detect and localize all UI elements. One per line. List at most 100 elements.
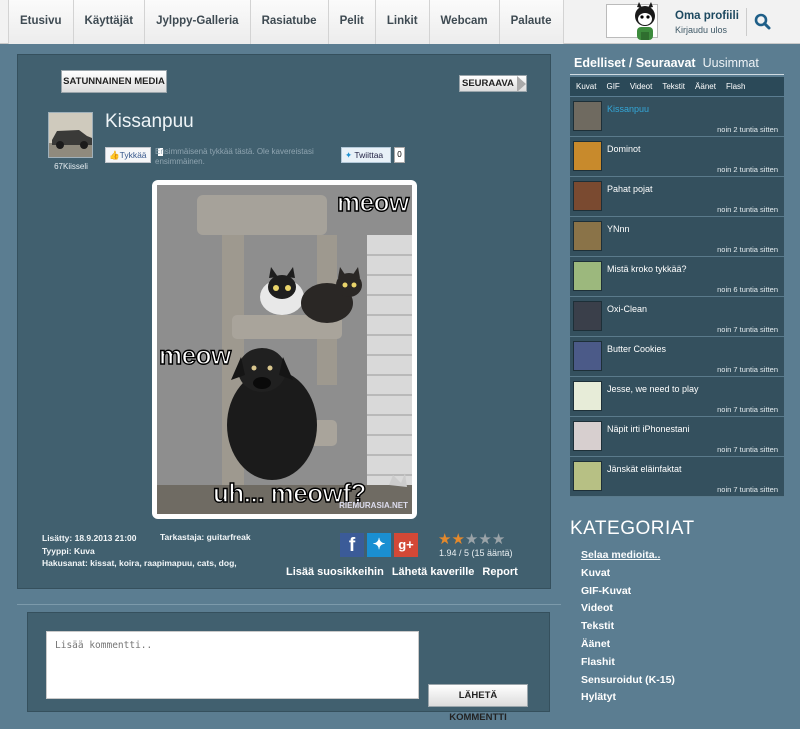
media-thumbnail (573, 341, 602, 371)
nav-tab-rasiatube[interactable]: Rasiatube (249, 0, 328, 44)
nav-tab-linkit[interactable]: Linkit (374, 0, 429, 44)
top-bar: Etusivu Käyttäjät Jylppy-Galleria Rasiat… (0, 0, 800, 44)
type-videot[interactable]: Videot (630, 82, 653, 91)
nav-tab-palaute[interactable]: Palaute (498, 0, 564, 44)
category-link[interactable]: Äänet (581, 638, 791, 656)
star-icon[interactable]: ★ (438, 532, 451, 547)
tab-previous-next[interactable]: Edelliset / Seuraavat (574, 56, 696, 70)
media-thumbnail (573, 461, 602, 491)
nav-tab-webcam[interactable]: Webcam (428, 0, 499, 44)
media-list-item[interactable]: Pahat pojat noin 2 tuntia sitten (570, 177, 784, 217)
category-link[interactable]: Hylätyt (581, 691, 791, 709)
profile-link[interactable]: Oma profiili (675, 10, 739, 22)
comment-input[interactable] (46, 631, 419, 699)
type-tekstit[interactable]: Tekstit (662, 82, 685, 91)
add-favorite-link[interactable]: Lisää suosikkeihin (286, 566, 384, 578)
star-icon[interactable]: ★ (492, 532, 505, 547)
media-list: Kissanpuu noin 2 tuntia sitten Dominot noin… (570, 97, 784, 497)
main-nav: Etusivu Käyttäjät Jylppy-Galleria Rasiat… (8, 0, 564, 44)
media-thumbnail (573, 421, 602, 451)
star-icon[interactable]: ★ (451, 532, 464, 547)
next-button[interactable]: SEURAAVA (459, 75, 527, 92)
media-list-item[interactable]: Oxi-Clean noin 7 tuntia sitten (570, 297, 784, 337)
random-media-button[interactable]: SATUNNAINEN MEDIA (61, 70, 167, 93)
media-list-item[interactable]: YNnn noin 2 tuntia sitten (570, 217, 784, 257)
meme-text-top: meow (336, 186, 410, 217)
report-link[interactable]: Report (482, 566, 517, 578)
nav-tab-jylppy-galleria[interactable]: Jylppy-Galleria (144, 0, 250, 44)
twitter-bird-icon: ✦ (345, 150, 353, 160)
uploader-name[interactable]: 67Kiisseli (46, 162, 96, 171)
media-type: Tyyppi: Kuva (42, 545, 95, 556)
like-button[interactable]: 👍Tykkää (105, 147, 151, 163)
media-list-time: noin 7 tuntia sitten (717, 365, 778, 374)
category-link[interactable]: Kuvat (581, 567, 791, 585)
media-list-item[interactable]: Jänskät eläinfaktat noin 7 tuntia sitten (570, 457, 784, 497)
tags: Hakusanat: kissat, koira, raapimapuu, ca… (42, 558, 237, 568)
media-list-item[interactable]: Mistä kroko tykkää? noin 6 tuntia sitten (570, 257, 784, 297)
media-list-title: YNnn (607, 224, 630, 234)
category-link[interactable]: Videot (581, 602, 791, 620)
type-flash[interactable]: Flash (726, 82, 746, 91)
media-list-title: Oxi-Clean (607, 304, 648, 314)
googleplus-icon[interactable]: g+ (394, 533, 418, 557)
media-frame: meow meow uh... meowf? RIEMURASIA.NET (152, 180, 417, 519)
send-to-friend-link[interactable]: Lähetä kaverille (392, 566, 475, 578)
media-thumbnail (573, 101, 602, 131)
media-thumbnail (573, 221, 602, 251)
like-button-label: Tykkää (119, 150, 147, 160)
media-list-title: Dominot (607, 144, 641, 154)
sidebar-divider (570, 74, 784, 75)
media-list-item[interactable]: Jesse, we need to play noin 7 tuntia sitt… (570, 377, 784, 417)
logout-link[interactable]: Kirjaudu ulos (675, 25, 727, 35)
type-aanet[interactable]: Äänet (695, 82, 716, 91)
category-link[interactable]: GIF-Kuvat (581, 585, 791, 603)
media-thumbnail (573, 261, 602, 291)
media-thumbnail (573, 301, 602, 331)
type-gif[interactable]: GIF (606, 82, 619, 91)
media-list-item[interactable]: Dominot noin 2 tuntia sitten (570, 137, 784, 177)
star-icon[interactable]: ★ (465, 532, 478, 547)
meme-text-middle: meow (158, 339, 232, 370)
reviewer: Tarkastaja: guitarfreak (160, 532, 251, 542)
media-list-item[interactable]: Näpit irti iPhonestani noin 7 tuntia sitt… (570, 417, 784, 457)
send-comment-button[interactable]: LÄHETÄ KOMMENTTI (428, 684, 528, 723)
category-link[interactable]: Tekstit (581, 620, 791, 638)
media-list-time: noin 7 tuntia sitten (717, 325, 778, 334)
nav-tab-kayttajat[interactable]: Käyttäjät (72, 0, 145, 44)
category-link[interactable]: Sensuroidut (K-15) (581, 674, 791, 692)
tweet-button[interactable]: ✦ Twiittaa (341, 147, 391, 163)
profile-area: Oma profiili Kirjaudu ulos (606, 0, 794, 44)
arrow-right-icon (517, 76, 526, 92)
search-button[interactable] (746, 8, 776, 36)
media-list-time: noin 6 tuntia sitten (717, 285, 778, 294)
media-list-time: noin 2 tuntia sitten (717, 165, 778, 174)
category-link[interactable]: Selaa medioita.. (581, 549, 791, 567)
media-list-time: noin 2 tuntia sitten (717, 205, 778, 214)
media-list-title: Jesse, we need to play (607, 384, 699, 394)
uploader-avatar[interactable] (48, 112, 93, 158)
profile-mascot-avatar[interactable] (628, 2, 662, 42)
categories-heading: KATEGORIAT (570, 518, 695, 539)
category-link[interactable]: Flashit (581, 656, 791, 674)
twitter-icon[interactable]: ✦ (367, 533, 391, 557)
search-icon (754, 13, 771, 30)
tweet-button-label: Twiittaa (354, 150, 384, 160)
media-list-title: Butter Cookies (607, 344, 667, 354)
nav-tab-etusivu[interactable]: Etusivu (8, 0, 73, 44)
divider (17, 604, 561, 605)
type-kuvat[interactable]: Kuvat (576, 82, 596, 91)
like-info-text: Ensimmäisenä tykkää tästä. Ole kavereist… (155, 147, 314, 166)
media-list-item[interactable]: Butter Cookies noin 7 tuntia sitten (570, 337, 784, 377)
nav-tab-pelit[interactable]: Pelit (327, 0, 375, 44)
tab-newest[interactable]: Uusimmat (703, 56, 759, 70)
media-list-item[interactable]: Kissanpuu noin 2 tuntia sitten (570, 97, 784, 137)
media-list-time: noin 2 tuntia sitten (717, 245, 778, 254)
facebook-icon[interactable]: f (340, 533, 364, 557)
rating-stars[interactable]: ★ ★ ★ ★ ★ (438, 532, 505, 547)
watermark: RIEMURASIA.NET (339, 501, 408, 510)
star-icon[interactable]: ★ (478, 532, 491, 547)
next-button-label: SEURAAVA (462, 78, 514, 89)
media-image[interactable]: meow meow uh... meowf? RIEMURASIA.NET (157, 185, 412, 514)
media-thumbnail (573, 381, 602, 411)
